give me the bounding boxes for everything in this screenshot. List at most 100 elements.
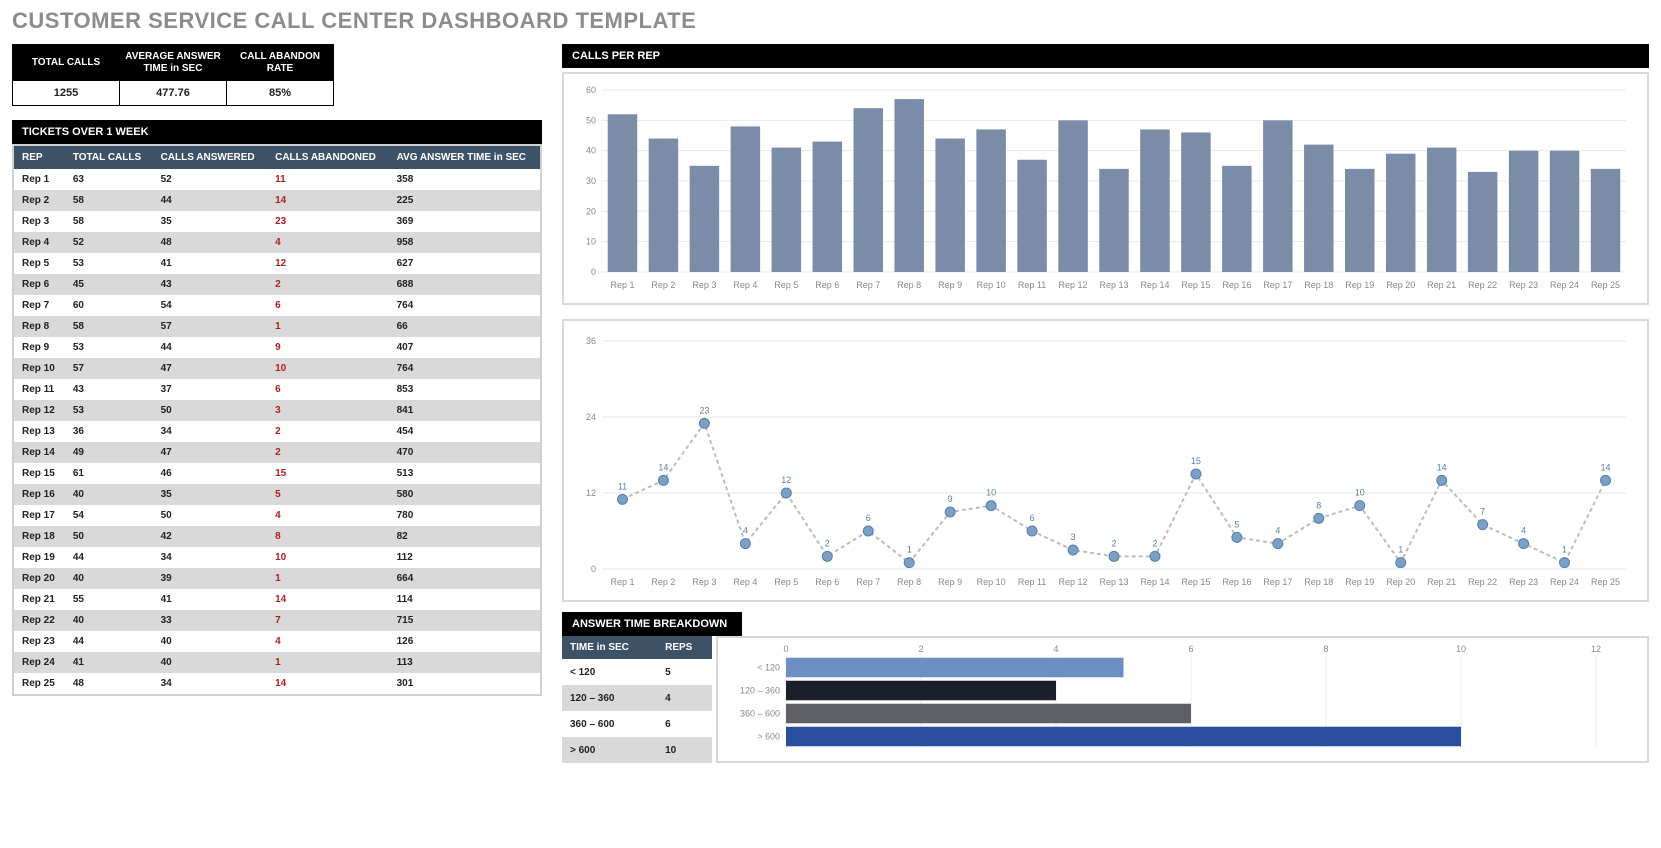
bar	[1509, 151, 1538, 272]
cell-avg: 664	[389, 568, 541, 589]
table-row: Rep 2584414225	[13, 190, 541, 211]
cell-abandoned: 1	[267, 568, 388, 589]
cell-avg: 126	[389, 631, 541, 652]
cell-rep: Rep 8	[13, 316, 65, 337]
cell-total: 53	[65, 253, 153, 274]
bar-chart: 0102030405060Rep 1Rep 2Rep 3Rep 4Rep 5Re…	[562, 72, 1649, 305]
cell-total: 57	[65, 358, 153, 379]
cell-total: 40	[65, 484, 153, 505]
stat-label: AVERAGE ANSWER TIME in SEC	[120, 45, 226, 81]
hbar	[786, 727, 1461, 747]
cell-avg: 627	[389, 253, 541, 274]
hbar	[786, 658, 1124, 678]
svg-text:5: 5	[1234, 519, 1239, 529]
bar	[853, 108, 882, 272]
svg-text:Rep 3: Rep 3	[692, 280, 716, 290]
cell-abandoned: 4	[267, 232, 388, 253]
data-point	[1560, 558, 1570, 568]
cell-answered: 37	[153, 379, 268, 400]
table-row: Rep 1253503841	[13, 400, 541, 421]
cell-avg: 301	[389, 673, 541, 695]
cell-abandoned: 12	[267, 253, 388, 274]
svg-text:Rep 17: Rep 17	[1263, 280, 1292, 290]
svg-text:Rep 10: Rep 10	[977, 577, 1006, 587]
cell-answered: 48	[153, 232, 268, 253]
svg-text:Rep 19: Rep 19	[1345, 577, 1374, 587]
svg-text:> 600: > 600	[757, 732, 780, 742]
svg-text:40: 40	[586, 146, 596, 156]
cell-answered: 44	[153, 190, 268, 211]
cell-reps: 6	[657, 711, 712, 737]
svg-text:Rep 22: Rep 22	[1468, 280, 1497, 290]
svg-text:14: 14	[1437, 462, 1447, 472]
data-point	[1027, 526, 1037, 536]
svg-text:23: 23	[699, 405, 709, 415]
cell-abandoned: 7	[267, 610, 388, 631]
svg-text:60: 60	[586, 85, 596, 95]
svg-text:Rep 14: Rep 14	[1140, 280, 1169, 290]
svg-text:Rep 16: Rep 16	[1222, 280, 1251, 290]
svg-text:12: 12	[586, 488, 596, 498]
svg-text:Rep 13: Rep 13	[1099, 577, 1128, 587]
cell-answered: 40	[153, 631, 268, 652]
table-row: 360 – 6006	[562, 711, 712, 737]
svg-text:36: 36	[586, 336, 596, 346]
cell-avg: 454	[389, 421, 541, 442]
cell-rep: Rep 7	[13, 295, 65, 316]
data-point	[1355, 501, 1365, 511]
bar	[1591, 169, 1620, 272]
svg-text:Rep 13: Rep 13	[1099, 280, 1128, 290]
bar	[690, 166, 719, 272]
cell-avg: 358	[389, 169, 541, 190]
bar	[1304, 145, 1333, 272]
data-point	[1437, 475, 1447, 485]
data-point	[740, 539, 750, 549]
cell-abandoned: 6	[267, 379, 388, 400]
cell-total: 45	[65, 274, 153, 295]
cell-total: 53	[65, 400, 153, 421]
table-row: Rep 2240337715	[13, 610, 541, 631]
svg-text:6: 6	[866, 513, 871, 523]
bar	[976, 129, 1005, 272]
table-row: Rep 452484958	[13, 232, 541, 253]
svg-text:Rep 14: Rep 14	[1140, 577, 1169, 587]
svg-text:Rep 20: Rep 20	[1386, 280, 1415, 290]
cell-abandoned: 8	[267, 526, 388, 547]
svg-text:Rep 23: Rep 23	[1509, 577, 1538, 587]
svg-text:24: 24	[586, 412, 596, 422]
cell-avg: 764	[389, 295, 541, 316]
cell-total: 58	[65, 211, 153, 232]
svg-text:0: 0	[591, 267, 596, 277]
svg-text:Rep 24: Rep 24	[1550, 280, 1579, 290]
cell-avg: 112	[389, 547, 541, 568]
svg-text:Rep 4: Rep 4	[733, 280, 757, 290]
cell-total: 40	[65, 568, 153, 589]
data-point	[863, 526, 873, 536]
bar	[813, 142, 842, 272]
svg-text:Rep 9: Rep 9	[938, 577, 962, 587]
svg-text:10: 10	[1456, 644, 1466, 654]
tickets-col: CALLS ANSWERED	[153, 145, 268, 169]
cell-total: 58	[65, 190, 153, 211]
cell-avg: 82	[389, 526, 541, 547]
hbar	[786, 704, 1191, 724]
table-row: Rep 15614615513	[13, 463, 541, 484]
svg-text:360 – 600: 360 – 600	[740, 709, 780, 719]
svg-text:Rep 6: Rep 6	[815, 280, 839, 290]
cell-range: > 600	[562, 737, 657, 763]
table-row: Rep 760546764	[13, 295, 541, 316]
cell-total: 40	[65, 610, 153, 631]
svg-text:Rep 11: Rep 11	[1018, 280, 1046, 290]
svg-text:10: 10	[586, 237, 596, 247]
svg-text:Rep 5: Rep 5	[774, 577, 798, 587]
data-point	[1519, 539, 1529, 549]
svg-text:Rep 11: Rep 11	[1018, 577, 1046, 587]
svg-text:Rep 25: Rep 25	[1591, 280, 1620, 290]
calls-per-rep-header: CALLS PER REP	[562, 44, 1649, 68]
cell-total: 53	[65, 337, 153, 358]
svg-text:Rep 3: Rep 3	[692, 577, 716, 587]
stat-avg-answer: AVERAGE ANSWER TIME in SEC 477.76	[120, 45, 227, 105]
cell-total: 44	[65, 547, 153, 568]
cell-rep: Rep 5	[13, 253, 65, 274]
cell-abandoned: 4	[267, 505, 388, 526]
